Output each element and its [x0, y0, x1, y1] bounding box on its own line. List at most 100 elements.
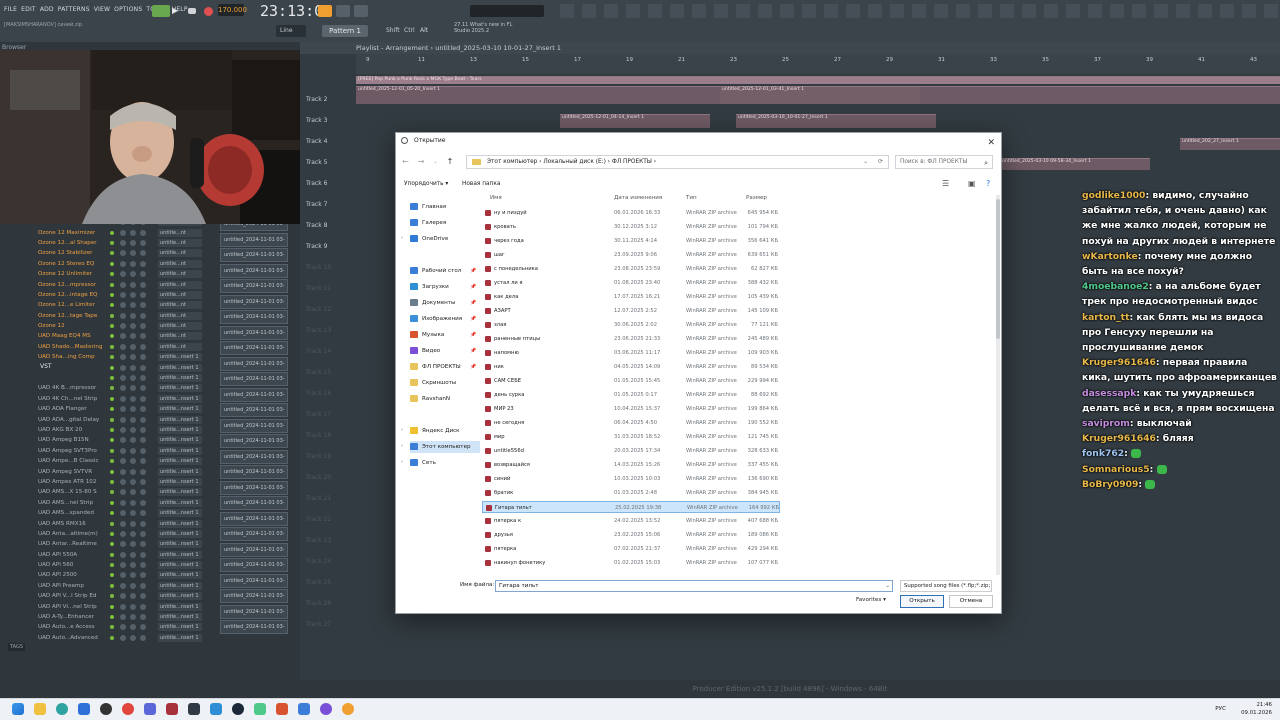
plugin-item[interactable]: UAD Auto...Advanced — [38, 633, 102, 643]
file-row[interactable]: устал ли я 01.08.2025 23:40 WinRAR ZIP arc… — [482, 277, 780, 289]
led-indicator[interactable] — [110, 531, 114, 536]
knob-icon[interactable] — [120, 520, 126, 527]
track-label[interactable]: Track 27 — [306, 621, 331, 628]
led-indicator[interactable] — [110, 272, 114, 277]
track-label[interactable]: Track 22 — [306, 516, 331, 523]
file-row[interactable]: Гитара тильт 25.02.2025 19:38 WinRAR ZIP a… — [482, 501, 780, 513]
file-row[interactable]: АЗАРТ 12.07.2025 2:52 WinRAR ZIP archive 14… — [482, 305, 780, 317]
nav-item-yandex-disk[interactable]: Яндекс Диск — [410, 425, 460, 437]
knob-icon[interactable] — [130, 364, 136, 371]
led-indicator[interactable] — [110, 573, 114, 578]
track-label[interactable]: Track 2 — [306, 96, 327, 103]
plugin-item[interactable]: UAD API V...l Strip Ed — [38, 591, 102, 601]
mixer-slot-name[interactable]: untitle...nsert 1 — [158, 374, 202, 383]
chat-username[interactable]: fonk762 — [1082, 448, 1124, 459]
chrome-icon[interactable] — [122, 703, 134, 715]
knob-icon[interactable] — [140, 291, 146, 298]
nav-item-cloud[interactable]: OneDrive — [410, 233, 448, 245]
file-row[interactable]: накинул фонетику 01.02.2025 15:03 WinRAR Z… — [482, 557, 780, 569]
knob-icon[interactable] — [120, 416, 126, 423]
chat-username[interactable]: dasessapk — [1082, 388, 1136, 399]
obs-icon[interactable] — [100, 703, 112, 715]
nav-item-image[interactable]: Изображения 📌 — [410, 313, 476, 325]
file-row[interactable]: ну и пиздуй 06.01.2026 16:33 WinRAR ZIP ar… — [482, 207, 780, 219]
knob-icon[interactable] — [120, 624, 126, 631]
knob-icon[interactable] — [130, 395, 136, 402]
app-icon[interactable] — [276, 703, 288, 715]
pattern-clip[interactable]: untitled_2024-11-01 03- — [220, 418, 288, 433]
file-row[interactable]: кровать 30.12.2025 3:12 WinRAR ZIP archive… — [482, 221, 780, 233]
knob-icon[interactable] — [120, 510, 126, 517]
knob-icon[interactable] — [130, 260, 136, 267]
plugin-item[interactable]: UAD 4K Ch...nel Strip — [38, 394, 102, 404]
pattern-clip[interactable]: untitled_2024-11-01 03- — [220, 341, 288, 355]
track-label[interactable]: Track 21 — [306, 495, 331, 502]
led-indicator[interactable] — [110, 417, 114, 422]
knob-icon[interactable] — [120, 271, 126, 278]
mixer-slot-name[interactable]: untitle...nsert 1 — [158, 623, 202, 632]
vertical-scrollbar[interactable] — [996, 195, 1000, 575]
knob-icon[interactable] — [140, 614, 146, 621]
plugin-item[interactable]: UAD AKG BX 20 — [38, 425, 102, 435]
pattern-clip[interactable]: untitled_2024-11-01 03- — [220, 248, 288, 262]
plugin-item[interactable]: UAD API Vi...nel Strip — [38, 602, 102, 612]
knob-icon[interactable] — [120, 364, 126, 371]
led-indicator[interactable] — [110, 604, 114, 609]
favorites-button[interactable]: Favorites ▾ — [856, 597, 886, 603]
mixer-slot-name[interactable]: untitle...nt — [158, 228, 202, 237]
knob-icon[interactable] — [120, 499, 126, 506]
knob-icon[interactable] — [130, 562, 136, 569]
led-indicator[interactable] — [110, 552, 114, 557]
knob-icon[interactable] — [140, 447, 146, 454]
pattern-clip[interactable]: untitled_2024-11-01 03- — [220, 356, 288, 371]
knob-icon[interactable] — [140, 385, 146, 392]
plugin-item[interactable]: UAD AMS...nel Strip — [38, 498, 102, 508]
up-arrow-icon[interactable]: ↑ — [447, 157, 454, 166]
mixer-slot-name[interactable]: untitle...nt — [158, 249, 202, 258]
track-label[interactable]: Track 12 — [306, 306, 331, 313]
knob-icon[interactable] — [130, 614, 136, 621]
column-date[interactable]: Дата изменения — [614, 195, 662, 201]
pin-icon[interactable]: 📌 — [470, 265, 476, 277]
track-label[interactable]: Track 20 — [306, 474, 331, 481]
knob-icon[interactable] — [120, 541, 126, 548]
file-row[interactable]: пятерка к 24.02.2025 13:52 WinRAR ZIP arch… — [482, 515, 780, 527]
knob-icon[interactable] — [130, 478, 136, 485]
file-row[interactable]: возвращайся 14.03.2025 15:26 WinRAR ZIP ar… — [482, 459, 780, 471]
track-label[interactable]: Track 4 — [306, 138, 327, 145]
plugin-item[interactable]: Ozone 12...tage Tape — [38, 311, 102, 321]
metronome-icon[interactable] — [318, 5, 332, 17]
mixer-slot-name[interactable]: untitle...nt — [158, 322, 202, 331]
timeline-ruler[interactable]: 9 11 13 15 17 19 21 23 25 27 29 31 33 35 37 39 41 43 — [356, 54, 1280, 74]
play-button[interactable]: ▶ — [172, 5, 182, 17]
knob-icon[interactable] — [140, 468, 146, 475]
knob-icon[interactable] — [130, 437, 136, 444]
chevron-right-icon[interactable]: › — [401, 443, 403, 449]
snap-select[interactable]: Line — [276, 25, 306, 37]
alt-key[interactable]: Alt — [420, 27, 428, 34]
track-label[interactable]: Track 19 — [306, 453, 331, 460]
led-indicator[interactable] — [110, 386, 114, 391]
plugin-item[interactable]: Ozone 12...al Shaper — [38, 238, 102, 248]
knob-icon[interactable] — [130, 572, 136, 579]
pattern-clip[interactable]: untitled_2024-11-01 03- — [220, 449, 288, 464]
mixer-slot-name[interactable]: untitle...nsert 1 — [158, 581, 202, 590]
knob-icon[interactable] — [120, 468, 126, 475]
knob-icon[interactable] — [130, 281, 136, 288]
track-label[interactable]: Track 3 — [306, 117, 327, 124]
pattern-clip[interactable]: untitled_2024-11-01 03- — [220, 372, 288, 386]
nav-item-download[interactable]: Загрузки 📌 — [410, 281, 476, 293]
knob-icon[interactable] — [140, 541, 146, 548]
knob-icon[interactable] — [130, 541, 136, 548]
pin-icon[interactable]: 📌 — [470, 297, 476, 309]
mixer-slot-name[interactable]: untitle...nsert 1 — [158, 509, 202, 518]
knob-icon[interactable] — [120, 395, 126, 402]
led-indicator[interactable] — [110, 594, 114, 599]
led-indicator[interactable] — [110, 292, 114, 297]
mixer-slot-name[interactable]: untitle...nsert 1 — [158, 561, 202, 570]
pattern-clip[interactable]: untitled_2024-11-01 03- — [220, 589, 288, 603]
file-row[interactable]: с понедельника 23.08.2025 23:59 WinRAR ZIP… — [482, 263, 780, 275]
knob-icon[interactable] — [130, 312, 136, 319]
track-label[interactable]: Track 7 — [306, 201, 327, 208]
mixer-slot-name[interactable]: untitle...nsert 1 — [158, 467, 202, 476]
